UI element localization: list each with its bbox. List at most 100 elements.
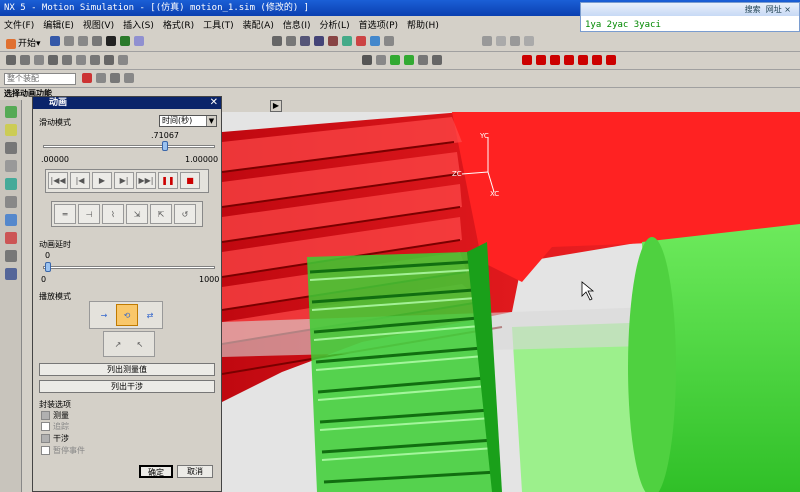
rewind-button[interactable]: |◀◀ — [48, 172, 68, 189]
option-interference[interactable]: 干涉 — [41, 433, 69, 444]
torque-icon[interactable] — [76, 55, 86, 65]
fit-icon[interactable] — [272, 36, 282, 46]
assembly-navigator-icon[interactable] — [4, 106, 17, 118]
select-all-icon[interactable] — [96, 73, 106, 83]
ping-pong-icon[interactable]: ⇄ — [140, 306, 160, 324]
close-icon[interactable]: ✕ — [210, 97, 218, 109]
menu-analysis[interactable]: 分析(L) — [320, 18, 350, 31]
process-studio-icon[interactable] — [4, 232, 17, 244]
reverse-direction-icon[interactable]: ↖ — [130, 335, 150, 353]
list-measure-button[interactable]: 列出测量值 — [39, 363, 215, 376]
history-icon[interactable] — [4, 196, 17, 208]
contact-icon[interactable] — [90, 55, 100, 65]
rotate-icon[interactable] — [314, 36, 324, 46]
fast-forward-icon[interactable] — [578, 55, 588, 65]
fast-forward-button[interactable]: ▶▶| — [136, 172, 156, 189]
pan-icon[interactable] — [300, 36, 310, 46]
snap-icon[interactable] — [482, 36, 492, 46]
measure-checkbox[interactable] — [41, 411, 50, 420]
zoom-icon[interactable] — [286, 36, 296, 46]
reset-icon[interactable]: ↺ — [174, 204, 196, 224]
part-navigator-icon[interactable] — [4, 142, 17, 154]
damper-icon[interactable] — [48, 55, 58, 65]
sequence-icon[interactable]: ⇲ — [126, 204, 148, 224]
play-once-icon[interactable]: → — [94, 306, 114, 324]
marker-icon[interactable] — [104, 55, 114, 65]
render-icon[interactable] — [328, 36, 338, 46]
forward-direction-icon[interactable]: ↗ — [108, 335, 128, 353]
paste-icon[interactable] — [92, 36, 102, 46]
save-icon[interactable] — [50, 36, 60, 46]
step-forward-icon[interactable] — [564, 55, 574, 65]
selection-filter[interactable]: 整个装配 — [4, 73, 76, 85]
link-trace-icon[interactable]: ⌇ — [102, 204, 124, 224]
undo-icon[interactable] — [120, 36, 130, 46]
constraint-navigator-icon[interactable] — [4, 124, 17, 136]
play-icon[interactable] — [550, 55, 560, 65]
system-scenes-icon[interactable] — [4, 268, 17, 280]
rewind-icon[interactable] — [522, 55, 532, 65]
pause-button[interactable]: ❚❚ — [158, 172, 178, 189]
stop-button[interactable]: ■ — [180, 172, 200, 189]
graph-icon[interactable] — [404, 55, 414, 65]
loop-icon[interactable]: ⟲ — [116, 304, 138, 326]
step-forward-button[interactable]: ▶| — [114, 172, 134, 189]
wcs-icon[interactable] — [384, 36, 394, 46]
reuse-library-icon[interactable] — [4, 178, 17, 190]
interference-checkbox[interactable] — [41, 434, 50, 443]
trace-checkbox[interactable] — [41, 422, 50, 431]
time-slider-track[interactable] — [43, 145, 215, 148]
search-button[interactable]: 搜索 — [745, 5, 761, 14]
spring-icon[interactable] — [34, 55, 44, 65]
delay-slider-track[interactable] — [43, 266, 215, 269]
slide-mode-select[interactable]: 时间(秒) ▼ — [159, 115, 217, 127]
cut-icon[interactable] — [64, 36, 74, 46]
menu-file[interactable]: 文件(F) — [4, 18, 34, 31]
joint-icon[interactable] — [20, 55, 30, 65]
menu-insert[interactable]: 插入(S) — [123, 18, 154, 31]
sensor-icon[interactable] — [118, 55, 128, 65]
option-measure[interactable]: 测量 — [41, 410, 69, 421]
menu-format[interactable]: 格式(R) — [163, 18, 194, 31]
export-icon[interactable] — [432, 55, 442, 65]
expand-arrow[interactable]: ▶ — [270, 100, 282, 112]
option-pause-event[interactable]: 暂停事件 — [41, 445, 85, 456]
delay-slider-thumb[interactable] — [45, 262, 51, 272]
shade-icon[interactable] — [370, 36, 380, 46]
filter-icon[interactable] — [82, 73, 92, 83]
play-button[interactable]: ▶ — [92, 172, 112, 189]
menu-view[interactable]: 视图(V) — [83, 18, 114, 31]
select-icon[interactable] — [134, 36, 144, 46]
plane-icon[interactable] — [524, 36, 534, 46]
menu-assemblies[interactable]: 装配(A) — [243, 18, 274, 31]
menu-preferences[interactable]: 首选项(P) — [359, 18, 398, 31]
pause-icon[interactable] — [592, 55, 602, 65]
trace-icon[interactable]: ═ — [54, 204, 76, 224]
time-slider-thumb[interactable] — [162, 141, 169, 151]
animation-icon[interactable] — [390, 55, 400, 65]
copy-icon[interactable] — [78, 36, 88, 46]
pause-event-checkbox[interactable] — [41, 446, 50, 455]
list-interference-button[interactable]: 列出干涉 — [39, 380, 215, 393]
start-button[interactable]: 开始▾ — [4, 36, 41, 49]
roles-icon[interactable] — [4, 250, 17, 262]
solution-icon[interactable] — [362, 55, 372, 65]
stop-icon[interactable] — [606, 55, 616, 65]
chevron-down-icon[interactable]: ▼ — [206, 116, 216, 126]
site-label[interactable]: 网址 — [766, 5, 782, 14]
graphics-window[interactable]: YC ZC XC — [222, 112, 800, 492]
capture-icon[interactable]: ⇱ — [150, 204, 172, 224]
solve-icon[interactable] — [376, 55, 386, 65]
line-icon[interactable] — [510, 36, 520, 46]
force-icon[interactable] — [62, 55, 72, 65]
explode-icon[interactable]: ⊣ — [78, 204, 100, 224]
ok-button[interactable]: 确定 — [139, 465, 173, 478]
menu-help[interactable]: 帮助(H) — [407, 18, 439, 31]
menu-tools[interactable]: 工具(T) — [203, 18, 234, 31]
search-input[interactable] — [585, 18, 795, 31]
step-back-button[interactable]: |◀ — [70, 172, 90, 189]
layer-icon[interactable] — [356, 36, 366, 46]
delete-icon[interactable] — [106, 36, 116, 46]
motion-navigator-icon[interactable] — [4, 160, 17, 172]
orient-icon[interactable] — [342, 36, 352, 46]
